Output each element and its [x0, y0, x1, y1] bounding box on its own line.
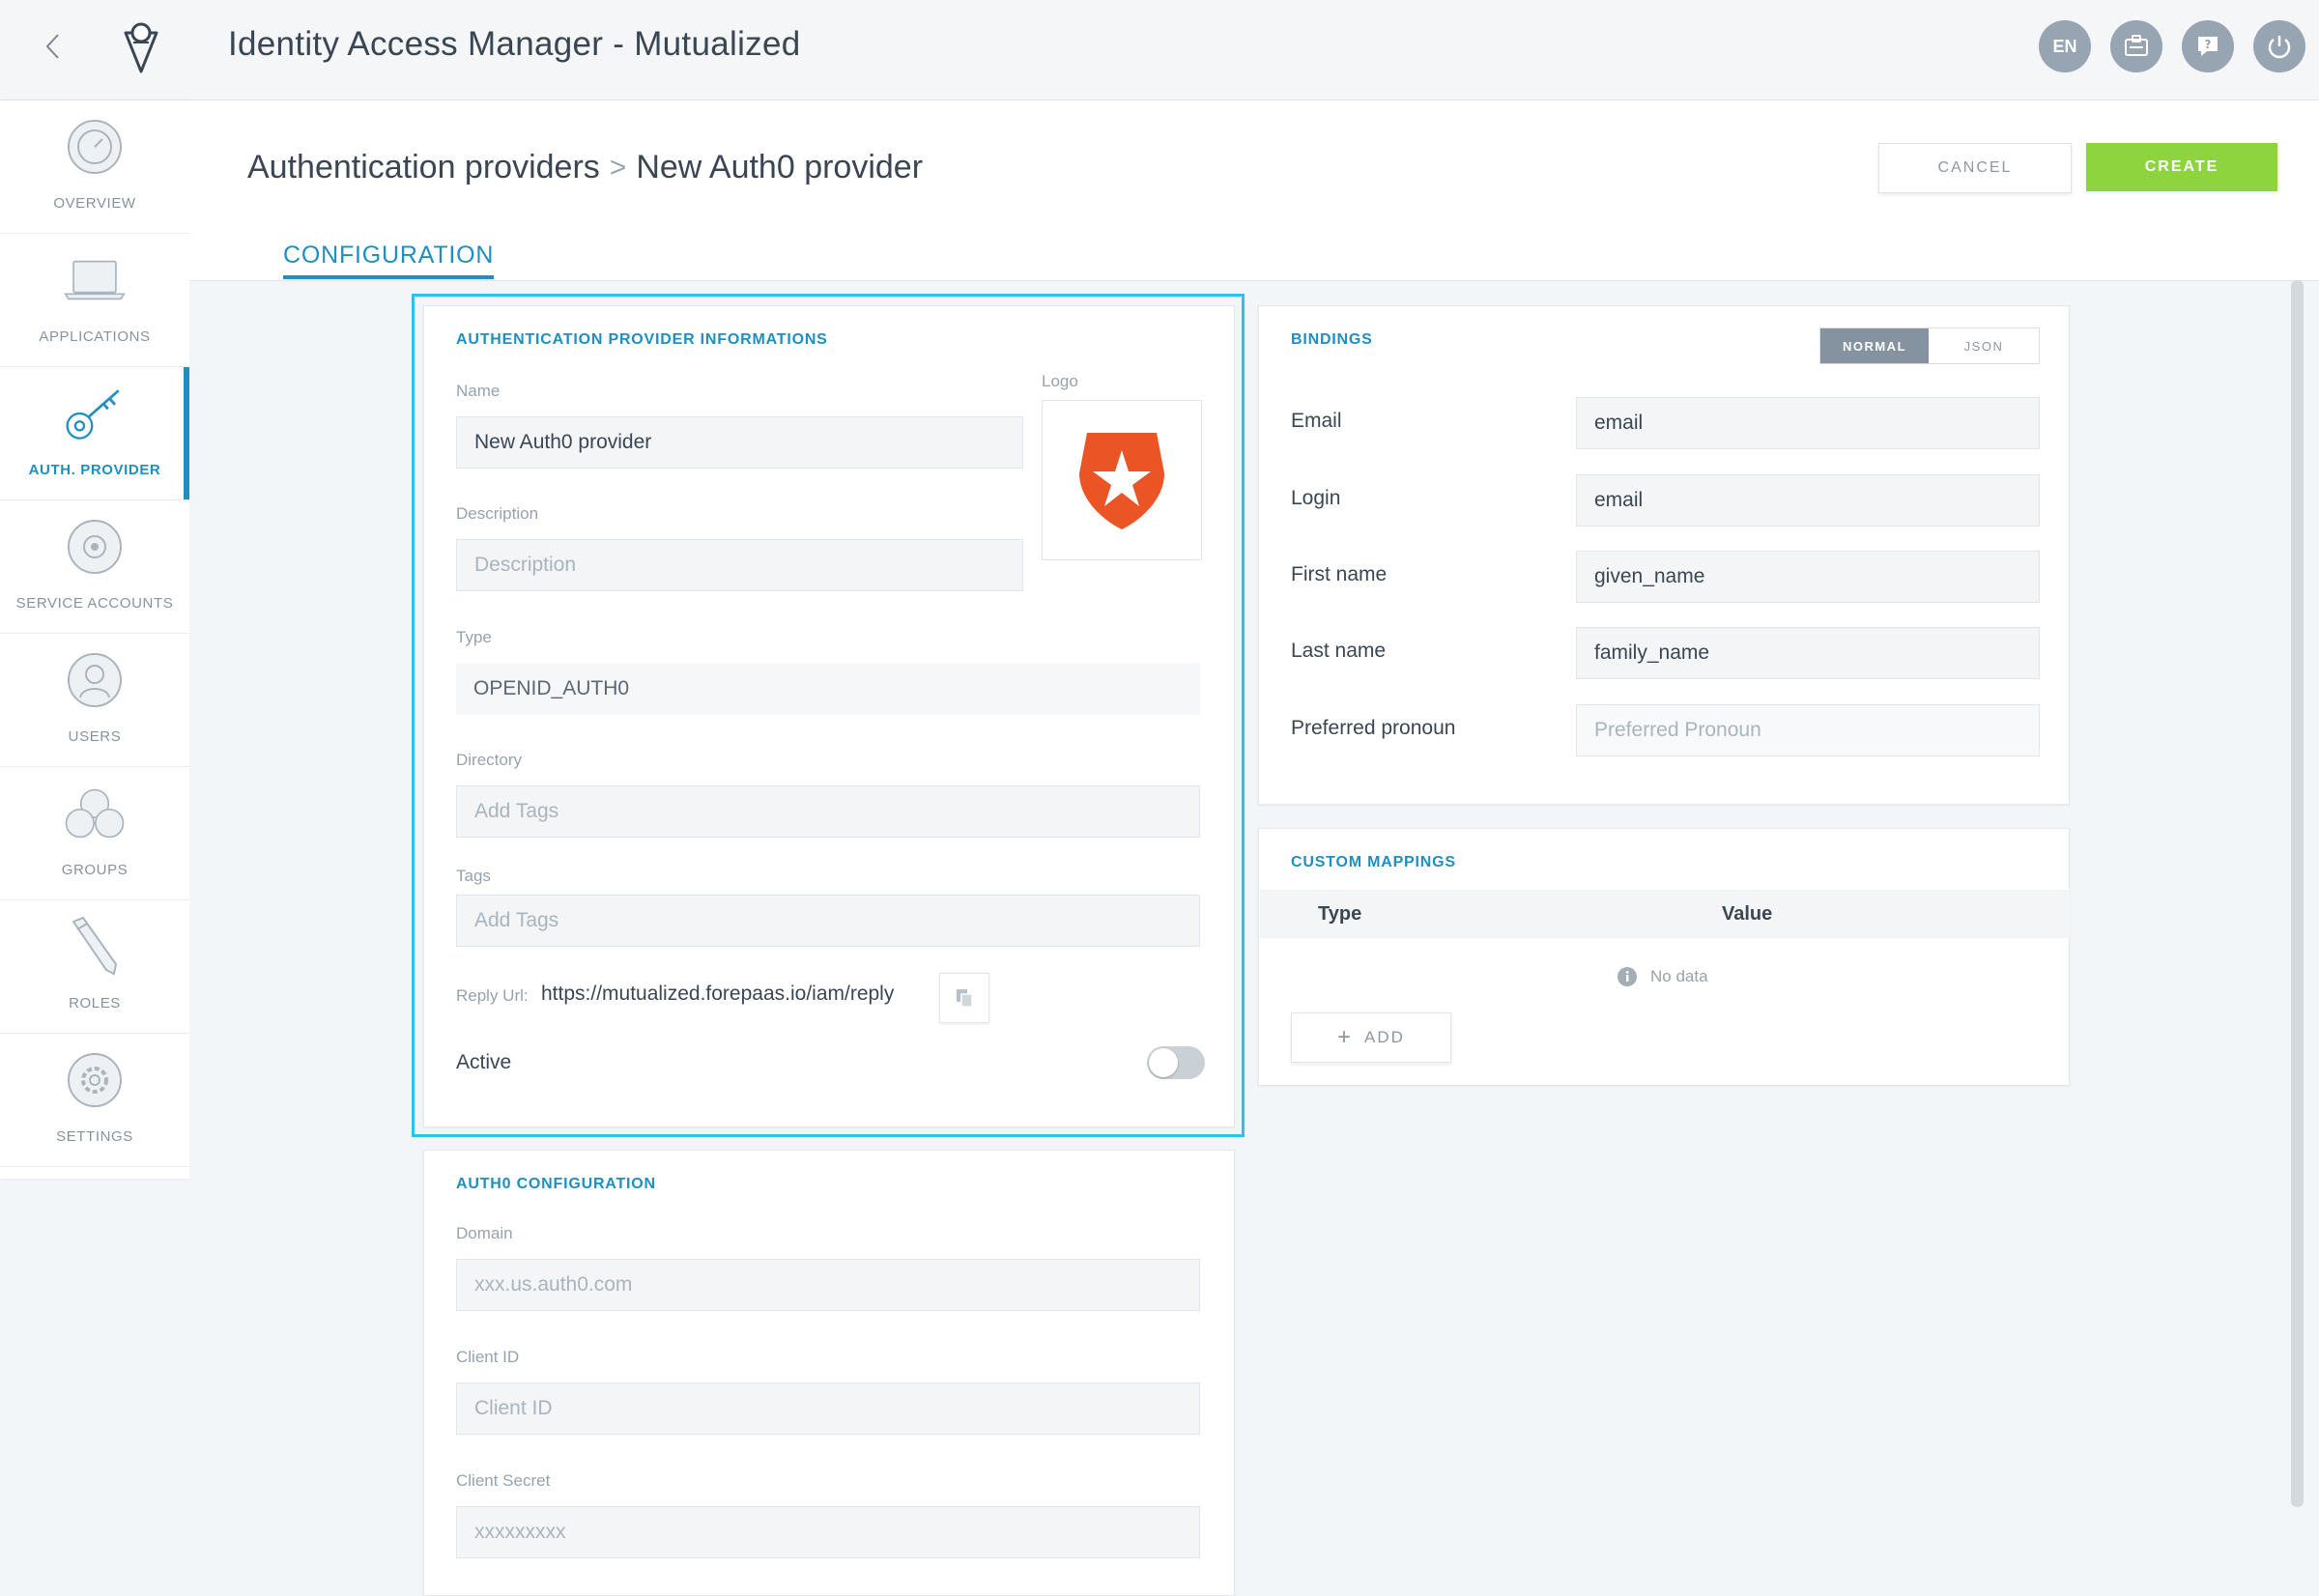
- card-title: AUTH0 CONFIGURATION: [456, 1176, 656, 1192]
- breadcrumb-current: New Auth0 provider: [636, 149, 924, 185]
- cancel-button[interactable]: CANCEL: [1878, 143, 2072, 193]
- sidebar-item-label: APPLICATIONS: [39, 328, 151, 345]
- binding-label-last-name: Last name: [1291, 640, 1387, 662]
- custom-mappings-card: CUSTOM MAPPINGS Type Value No data + ADD: [1258, 828, 2070, 1086]
- breadcrumb: Authentication providers > New Auth0 pro…: [247, 149, 923, 186]
- type-field: OPENID_AUTH0: [456, 663, 1200, 715]
- sidebar-item-auth-provider[interactable]: AUTH. PROVIDER: [0, 367, 189, 500]
- language-button[interactable]: EN: [2039, 20, 2091, 72]
- user-icon: [64, 649, 126, 711]
- active-toggle[interactable]: [1147, 1046, 1205, 1079]
- reply-url-value: https://mutualized.forepaas.io/iam/reply: [541, 983, 895, 1005]
- binding-input-login[interactable]: email: [1576, 474, 2040, 527]
- directory-label: Directory: [456, 751, 523, 769]
- sidebar-item-label: SETTINGS: [56, 1128, 133, 1145]
- add-mapping-button[interactable]: + ADD: [1291, 1012, 1451, 1063]
- gear-icon: [64, 1049, 126, 1111]
- domain-input[interactable]: xxx.us.auth0.com: [456, 1259, 1200, 1311]
- app-title: Identity Access Manager - Mutualized: [228, 25, 801, 63]
- domain-label: Domain: [456, 1224, 513, 1242]
- plus-icon: +: [1337, 1024, 1354, 1050]
- sidebar-item-label: SERVICE ACCOUNTS: [15, 595, 174, 612]
- back-arrow-icon[interactable]: [35, 27, 70, 66]
- card-title: CUSTOM MAPPINGS: [1291, 854, 1456, 870]
- sidebar-item-roles[interactable]: ROLES: [0, 900, 189, 1034]
- vertical-scrollbar[interactable]: [2291, 280, 2304, 1507]
- info-icon: [1618, 967, 1637, 986]
- power-icon[interactable]: [2253, 20, 2305, 72]
- binding-input-email[interactable]: email: [1576, 397, 2040, 449]
- card-title: BINDINGS: [1291, 331, 1373, 348]
- binding-label-login: Login: [1291, 487, 1341, 509]
- client-secret-label: Client Secret: [456, 1471, 551, 1490]
- sidebar-item-overview[interactable]: OVERVIEW: [0, 100, 189, 234]
- type-label: Type: [456, 628, 492, 646]
- create-button[interactable]: CREATE: [2086, 143, 2277, 191]
- empty-text: No data: [1650, 967, 1708, 985]
- sidebar-item-groups[interactable]: GROUPS: [0, 767, 189, 900]
- bindings-card: BINDINGS NORMAL JSON Email email Login e…: [1258, 305, 2070, 805]
- auth0-config-card: AUTH0 CONFIGURATION Domain xxx.us.auth0.…: [423, 1150, 1235, 1596]
- mappings-table-header: Type Value: [1260, 890, 2070, 938]
- name-label: Name: [456, 382, 501, 400]
- binding-input-preferred-pronoun[interactable]: Preferred Pronoun: [1576, 704, 2040, 756]
- reply-url-label: Reply Url:: [456, 986, 529, 1005]
- help-chat-icon[interactable]: ?: [2182, 20, 2234, 72]
- dashboard-icon: [64, 116, 126, 178]
- logo-label: Logo: [1042, 372, 1078, 390]
- client-id-input[interactable]: Client ID: [456, 1382, 1200, 1435]
- empty-state: No data: [1618, 967, 1708, 986]
- mode-normal-button[interactable]: NORMAL: [1820, 328, 1929, 363]
- column-header-type: Type: [1318, 903, 1362, 925]
- toggle-knob: [1149, 1048, 1178, 1077]
- binding-mode-switch: NORMAL JSON: [1819, 328, 2040, 364]
- top-bar: Identity Access Manager - Mutualized EN …: [0, 0, 2319, 100]
- breadcrumb-separator: >: [609, 151, 627, 184]
- binding-label-preferred-pronoun: Preferred pronoun: [1291, 717, 1456, 739]
- copy-icon: [957, 989, 973, 1008]
- active-label: Active: [456, 1051, 512, 1073]
- service-account-icon: [64, 516, 126, 578]
- sidebar-item-label: GROUPS: [61, 862, 129, 878]
- sidebar-item-label: OVERVIEW: [53, 195, 136, 212]
- page-header: Authentication providers > New Auth0 pro…: [189, 100, 2319, 281]
- description-input[interactable]: Description: [456, 539, 1023, 591]
- sidebar-item-service-accounts[interactable]: SERVICE ACCOUNTS: [0, 500, 189, 634]
- svg-text:?: ?: [2205, 38, 2212, 51]
- laptop-icon: [64, 249, 126, 311]
- name-input[interactable]: New Auth0 provider: [456, 416, 1023, 469]
- client-secret-input[interactable]: xxxxxxxxx: [456, 1506, 1200, 1558]
- id-card-icon[interactable]: [2110, 20, 2162, 72]
- binding-label-email: Email: [1291, 410, 1342, 432]
- sidebar-item-label: USERS: [68, 728, 122, 745]
- column-header-value: Value: [1722, 903, 1773, 925]
- group-icon: [64, 783, 126, 844]
- copy-button[interactable]: [939, 973, 989, 1023]
- description-label: Description: [456, 504, 539, 523]
- tab-configuration[interactable]: CONFIGURATION: [283, 242, 495, 279]
- sidebar: OVERVIEW APPLICATIONS AUTH. PROVIDER SER…: [0, 100, 189, 1179]
- auth0-logo-icon: [1079, 433, 1164, 529]
- pencil-icon: [64, 916, 126, 978]
- card-title: AUTHENTICATION PROVIDER INFORMATIONS: [456, 331, 828, 348]
- breadcrumb-parent-link[interactable]: Authentication providers: [247, 149, 600, 186]
- sidebar-item-settings[interactable]: SETTINGS: [0, 1034, 189, 1167]
- directory-tags-input[interactable]: Add Tags: [456, 785, 1200, 838]
- tags-input[interactable]: Add Tags: [456, 895, 1200, 947]
- binding-input-first-name[interactable]: given_name: [1576, 551, 2040, 603]
- sidebar-item-label: AUTH. PROVIDER: [28, 462, 161, 478]
- tags-label: Tags: [456, 867, 491, 885]
- sidebar-item-applications[interactable]: APPLICATIONS: [0, 234, 189, 367]
- binding-label-first-name: First name: [1291, 563, 1388, 585]
- add-button-label: ADD: [1364, 1028, 1405, 1046]
- mode-json-button[interactable]: JSON: [1929, 328, 2039, 363]
- app-logo-icon: [120, 19, 162, 75]
- provider-info-card: AUTHENTICATION PROVIDER INFORMATIONS Nam…: [423, 305, 1235, 1127]
- client-id-label: Client ID: [456, 1348, 520, 1366]
- sidebar-item-users[interactable]: USERS: [0, 634, 189, 767]
- key-icon: [64, 383, 126, 444]
- logo-upload[interactable]: [1042, 400, 1202, 560]
- sidebar-item-label: ROLES: [69, 995, 121, 1012]
- binding-input-last-name[interactable]: family_name: [1576, 627, 2040, 679]
